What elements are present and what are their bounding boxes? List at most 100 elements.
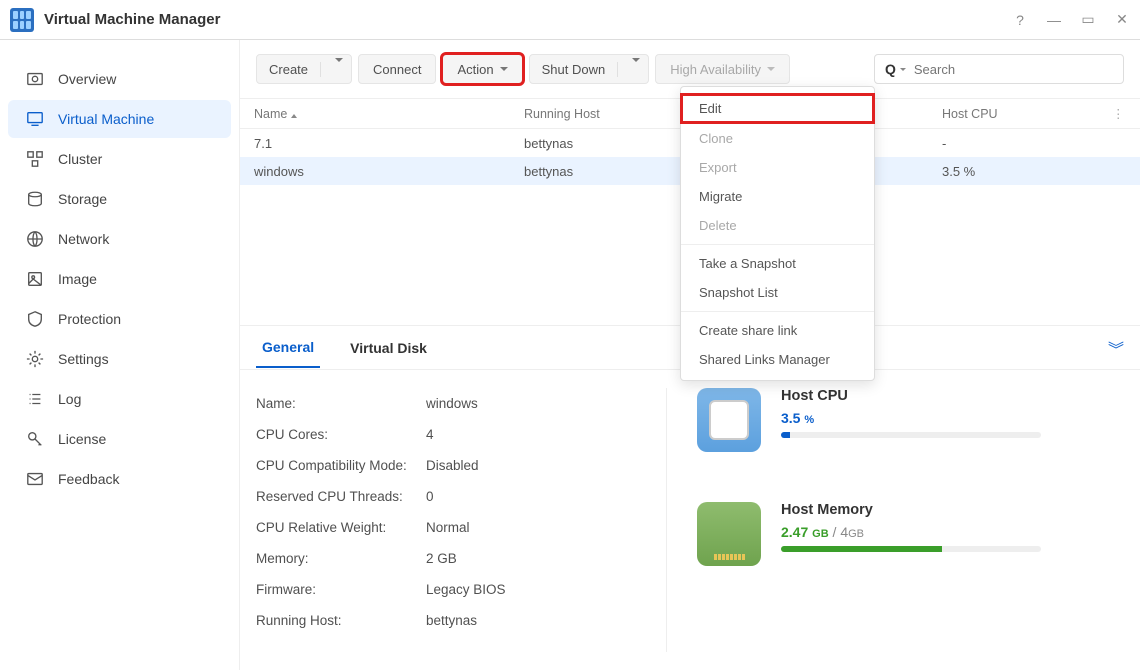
high-availability-button: High Availability <box>655 54 790 84</box>
tab-virtual-disk[interactable]: Virtual Disk <box>344 326 433 369</box>
sidebar-item-label: Virtual Machine <box>58 111 154 127</box>
sidebar-item-log[interactable]: Log <box>8 380 231 418</box>
sidebar-item-overview[interactable]: Overview <box>8 60 231 98</box>
image-icon <box>24 270 46 288</box>
tab-general[interactable]: General <box>256 326 320 369</box>
detail-value: Disabled <box>426 458 479 473</box>
gear-icon <box>24 350 46 368</box>
detail-properties: Name:windows CPU Cores:4 CPU Compatibili… <box>256 388 656 652</box>
memory-icon <box>697 502 761 566</box>
sort-asc-icon <box>291 114 297 118</box>
column-cpu[interactable]: Host CPU <box>942 107 1112 121</box>
dropdown-clone: Clone <box>681 124 874 153</box>
key-icon <box>24 430 46 448</box>
sidebar-item-virtual-machine[interactable]: Virtual Machine <box>8 100 231 138</box>
help-icon[interactable]: ? <box>1012 12 1028 28</box>
dropdown-edit[interactable]: Edit <box>681 94 874 123</box>
create-button[interactable]: Create <box>256 54 352 84</box>
sidebar-item-label: Image <box>58 271 97 287</box>
detail-value: bettynas <box>426 613 477 628</box>
sidebar-item-label: Cluster <box>58 151 102 167</box>
detail-label: Reserved CPU Threads: <box>256 489 426 504</box>
detail-label: Firmware: <box>256 582 426 597</box>
sidebar-item-label: Overview <box>58 71 116 87</box>
list-icon <box>24 390 46 408</box>
sidebar-item-feedback[interactable]: Feedback <box>8 460 231 498</box>
detail-label: Running Host: <box>256 613 426 628</box>
detail-value: windows <box>426 396 478 411</box>
sidebar-item-settings[interactable]: Settings <box>8 340 231 378</box>
dropdown-migrate[interactable]: Migrate <box>681 182 874 211</box>
network-icon <box>24 230 46 248</box>
sidebar-item-label: Protection <box>58 311 121 327</box>
sidebar-item-label: Storage <box>58 191 107 207</box>
detail-label: CPU Compatibility Mode: <box>256 458 426 473</box>
sidebar-item-label: Log <box>58 391 81 407</box>
stat-title: Host Memory <box>781 502 1041 518</box>
cpu-bar <box>781 432 1041 438</box>
app-icon <box>10 8 34 32</box>
connect-button[interactable]: Connect <box>358 54 436 84</box>
sidebar-item-image[interactable]: Image <box>8 260 231 298</box>
chevron-down-icon[interactable] <box>320 62 351 77</box>
minimize-icon[interactable]: — <box>1046 12 1062 28</box>
dropdown-snapshot-list[interactable]: Snapshot List <box>681 278 874 307</box>
chevron-down-icon <box>500 67 508 71</box>
app-title: Virtual Machine Manager <box>44 11 220 28</box>
cluster-icon <box>24 150 46 168</box>
close-icon[interactable]: ✕ <box>1114 11 1130 28</box>
detail-value: 4 <box>426 427 434 442</box>
host-memory-stat: Host Memory 2.47 GB / 4GB <box>697 502 1124 566</box>
cpu-icon <box>697 388 761 452</box>
chevron-down-icon <box>767 67 775 71</box>
detail-value: Normal <box>426 520 470 535</box>
dropdown-export: Export <box>681 153 874 182</box>
mem-bar <box>781 546 1041 552</box>
sidebar-item-storage[interactable]: Storage <box>8 180 231 218</box>
sidebar-item-cluster[interactable]: Cluster <box>8 140 231 178</box>
mail-icon <box>24 470 46 488</box>
dropdown-delete: Delete <box>681 211 874 240</box>
dropdown-take-snapshot[interactable]: Take a Snapshot <box>681 249 874 278</box>
sidebar-item-protection[interactable]: Protection <box>8 300 231 338</box>
detail-value: 2 GB <box>426 551 457 566</box>
storage-icon <box>24 190 46 208</box>
search-input[interactable] <box>914 62 1113 77</box>
search-box[interactable]: Q <box>874 54 1124 84</box>
stat-title: Host CPU <box>781 388 1041 404</box>
host-cpu-stat: Host CPU 3.5 % <box>697 388 1124 452</box>
maximize-icon[interactable]: ▭ <box>1080 11 1096 28</box>
mem-used: 2.47 <box>781 524 808 540</box>
action-button[interactable]: Action <box>442 54 522 84</box>
dropdown-create-share-link[interactable]: Create share link <box>681 316 874 345</box>
shield-icon <box>24 310 46 328</box>
main-panel: Create Connect Action Shut Down High Ava… <box>240 40 1140 670</box>
shutdown-button[interactable]: Shut Down <box>529 54 650 84</box>
collapse-icon[interactable]: ︾ <box>1108 336 1124 360</box>
sidebar-item-label: Network <box>58 231 109 247</box>
vm-icon <box>24 110 46 128</box>
sidebar-item-label: Settings <box>58 351 109 367</box>
dropdown-shared-links-manager[interactable]: Shared Links Manager <box>681 345 874 374</box>
detail-value: Legacy BIOS <box>426 582 506 597</box>
detail-label: CPU Cores: <box>256 427 426 442</box>
action-dropdown: Edit Clone Export Migrate Delete Take a … <box>680 86 875 381</box>
detail-label: CPU Relative Weight: <box>256 520 426 535</box>
chevron-down-icon[interactable] <box>617 62 648 77</box>
column-name[interactable]: Name <box>254 107 524 121</box>
titlebar: Virtual Machine Manager ? — ▭ ✕ <box>0 0 1140 40</box>
detail-stats: Host CPU 3.5 % Host Memory 2.47 GB / 4GB <box>666 388 1124 652</box>
detail-label: Name: <box>256 396 426 411</box>
gauge-icon <box>24 70 46 88</box>
column-menu-icon[interactable]: ⋮ <box>1112 106 1126 121</box>
detail-label: Memory: <box>256 551 426 566</box>
sidebar-item-label: Feedback <box>58 471 119 487</box>
sidebar-item-label: License <box>58 431 106 447</box>
sidebar-item-license[interactable]: License <box>8 420 231 458</box>
search-icon: Q <box>885 61 896 77</box>
chevron-down-icon[interactable] <box>900 68 906 71</box>
cpu-value: 3.5 <box>781 410 800 426</box>
sidebar-item-network[interactable]: Network <box>8 220 231 258</box>
sidebar: Overview Virtual Machine Cluster Storage… <box>0 40 240 670</box>
detail-value: 0 <box>426 489 434 504</box>
